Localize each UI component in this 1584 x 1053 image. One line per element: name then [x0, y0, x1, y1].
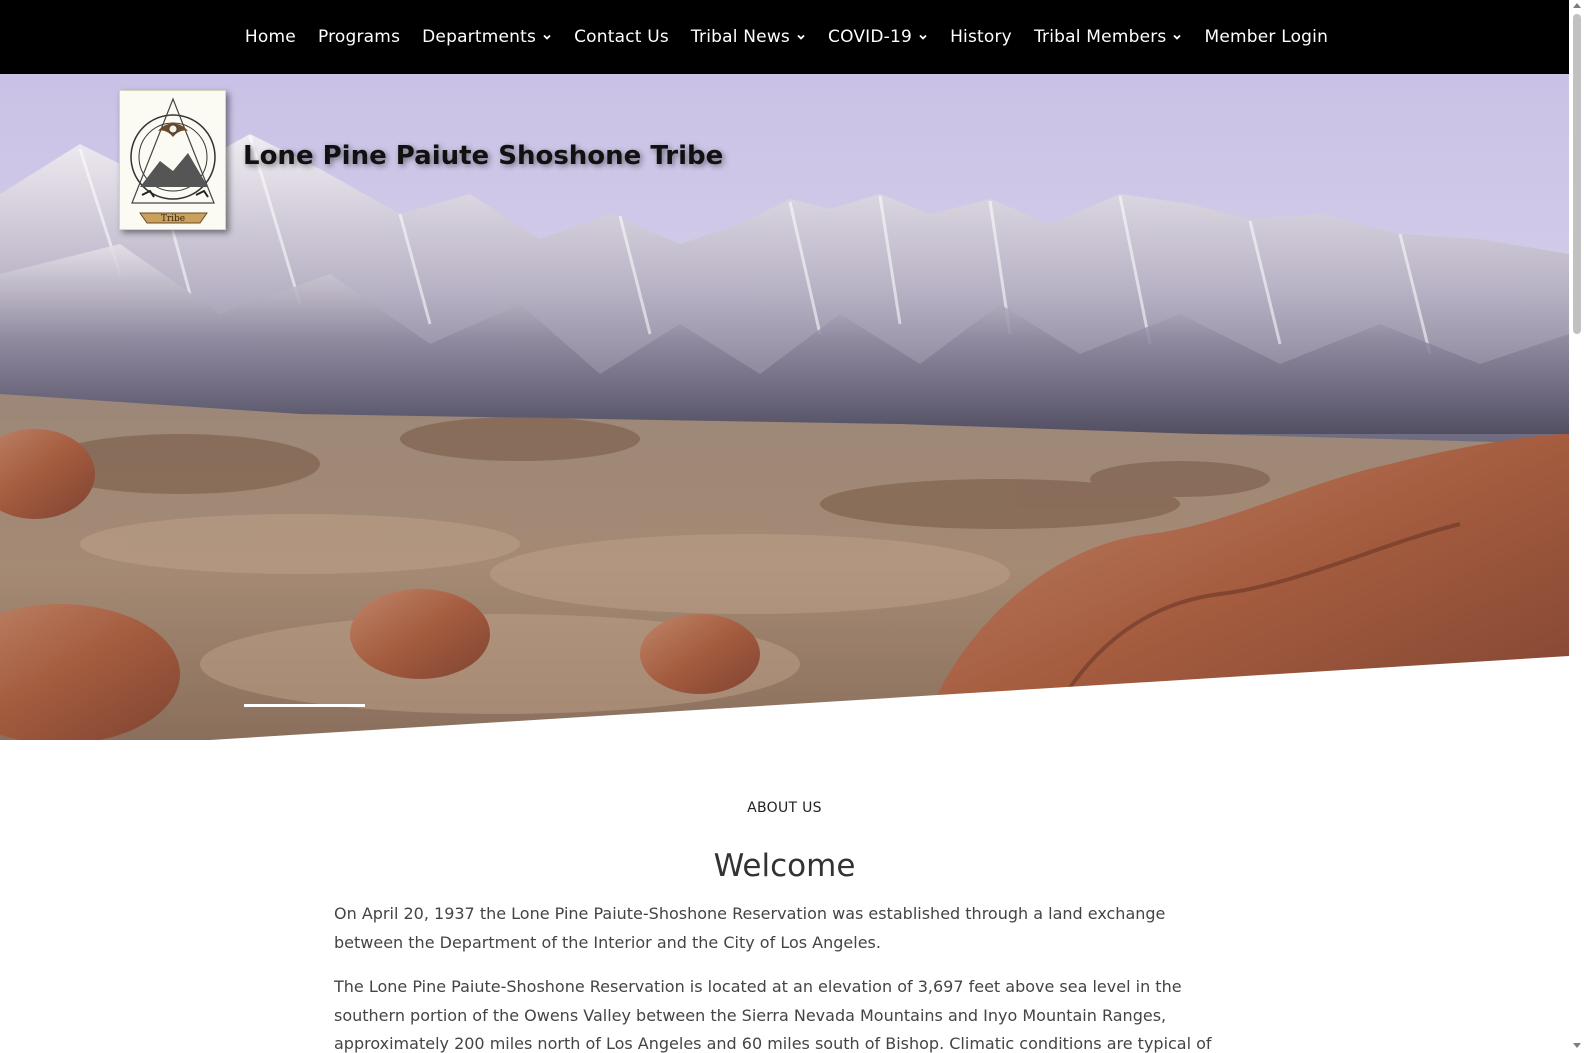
nav-item-label: COVID-19 — [828, 27, 913, 47]
about-body: On April 20, 1937 the Lone Pine Paiute-S… — [334, 900, 1234, 1053]
main-nav: Home Programs Departments Contact Us Tri… — [0, 0, 1569, 74]
nav-item-programs[interactable]: Programs — [318, 27, 400, 47]
nav-item-label: Departments — [422, 27, 537, 47]
nav-item-label: History — [950, 27, 1012, 47]
page: Home Programs Departments Contact Us Tri… — [0, 0, 1584, 1053]
site-title[interactable]: Lone Pine Paiute Shoshone Tribe — [243, 141, 723, 171]
nav-item-history[interactable]: History — [950, 27, 1012, 47]
about-paragraph: The Lone Pine Paiute-Shoshone Reservatio… — [334, 977, 1212, 1053]
nav-item-tribal-members[interactable]: Tribal Members — [1034, 27, 1183, 47]
nav-item-covid-19[interactable]: COVID-19 — [828, 27, 928, 47]
about-paragraph: On April 20, 1937 the Lone Pine Paiute-S… — [334, 904, 1166, 952]
scroll-thumb[interactable] — [1573, 14, 1581, 334]
hero-banner: Tribe Lone Pine Paiute Shoshone Tribe — [0, 74, 1569, 740]
nav-item-label: Programs — [317, 27, 401, 47]
nav-item-label: Home — [244, 27, 296, 47]
nav-item-departments[interactable]: Departments — [422, 27, 552, 47]
chevron-down-icon — [543, 34, 551, 40]
nav-item-label: Tribal Members — [1033, 27, 1167, 47]
page-scrollbar[interactable] — [1569, 0, 1584, 1053]
nav-item-label: Tribal News — [690, 27, 790, 47]
chevron-down-icon — [1173, 34, 1182, 40]
tribe-logo[interactable]: Tribe — [119, 90, 226, 230]
nav-item-label: Contact Us — [574, 27, 669, 47]
nav-item-contact-us[interactable]: Contact Us — [574, 27, 669, 47]
nav-item-tribal-news[interactable]: Tribal News — [691, 27, 806, 47]
scroll-down-icon[interactable] — [1573, 1043, 1581, 1048]
nav-item-member-login[interactable]: Member Login — [1204, 27, 1328, 47]
chevron-down-icon — [797, 34, 805, 40]
section-label: ABOUT US — [747, 800, 822, 816]
nav-item-home[interactable]: Home — [245, 27, 296, 47]
page-heading: Welcome — [713, 848, 856, 884]
tribe-seal-image: Tribe — [130, 97, 216, 224]
chevron-down-icon — [919, 34, 927, 40]
nav-item-label: Member Login — [1204, 27, 1329, 47]
slider-indicator[interactable] — [244, 704, 365, 707]
hero-landscape-image — [0, 74, 1569, 740]
scroll-up-icon[interactable] — [1573, 3, 1581, 8]
logo-banner-text: Tribe — [161, 214, 185, 224]
nav-list: Home Programs Departments Contact Us Tri… — [245, 27, 1328, 47]
